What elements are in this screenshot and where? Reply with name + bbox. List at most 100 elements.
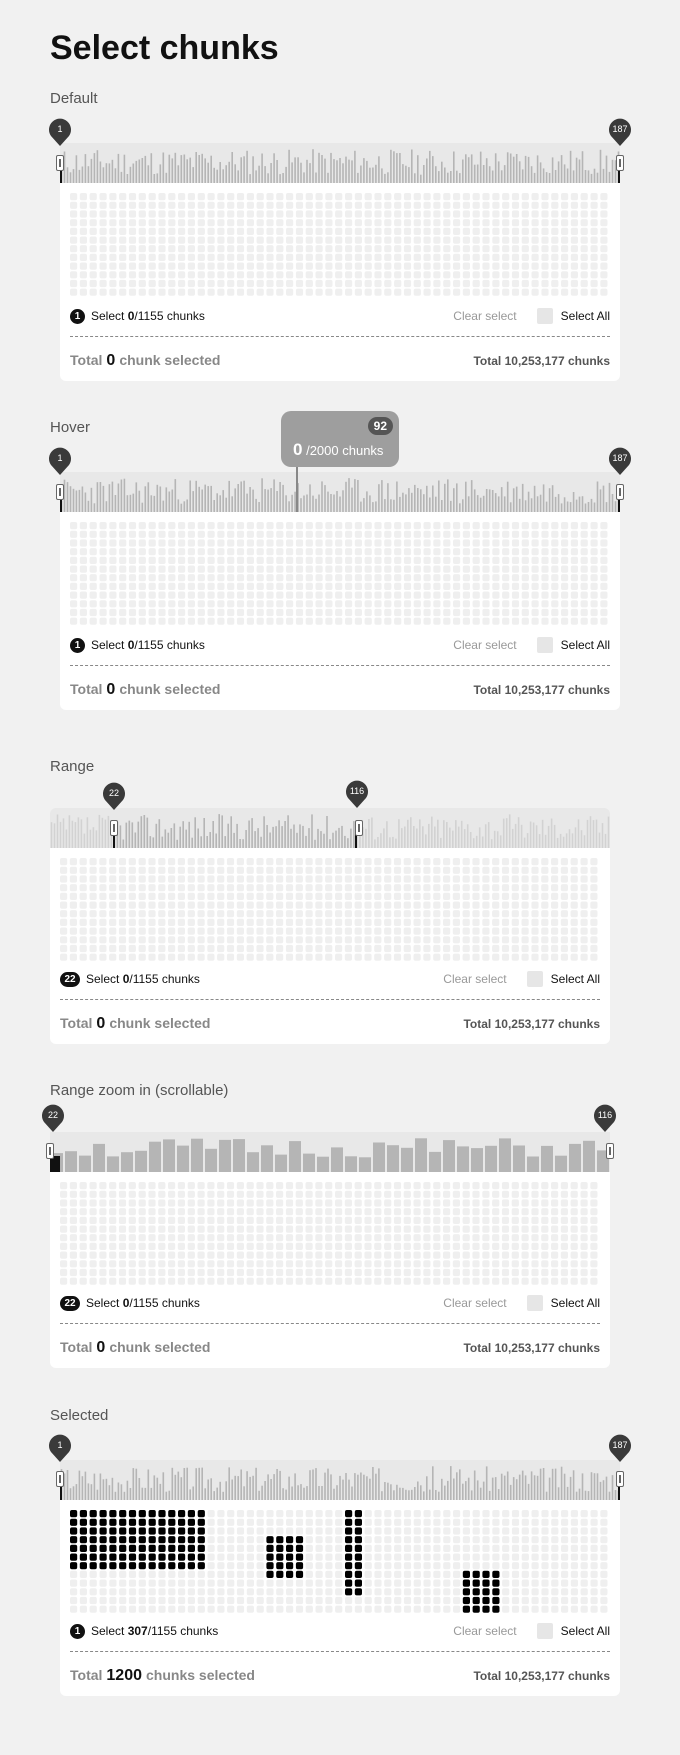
- histogram-track[interactable]: [50, 808, 610, 848]
- chunk-cell: [99, 918, 107, 926]
- clear-select-button[interactable]: Clear select: [443, 1296, 506, 1310]
- histogram-bar: [524, 500, 527, 512]
- chunk-cell: [433, 1190, 441, 1198]
- chunk-cell: [99, 892, 107, 900]
- chunk-cell: [364, 1544, 372, 1552]
- chunk-cell: [561, 193, 569, 201]
- select-all-label[interactable]: Select All: [561, 638, 610, 652]
- select-all-label[interactable]: Select All: [551, 1296, 600, 1310]
- chunk-cell: [99, 201, 107, 209]
- chunk-cell: [148, 1182, 156, 1190]
- range-end-pin[interactable]: 116: [344, 779, 370, 809]
- range-end-handle[interactable]: [616, 484, 624, 500]
- chunk-grid[interactable]: [70, 1510, 610, 1615]
- chunk-cell: [511, 530, 520, 538]
- chunk-cell: [207, 936, 215, 944]
- select-all-checkbox[interactable]: [526, 1295, 543, 1311]
- range-start-pin[interactable]: 1: [47, 1433, 73, 1463]
- chunk-cell: [580, 1182, 588, 1190]
- select-all-label[interactable]: Select All: [561, 1624, 610, 1638]
- clear-select-button[interactable]: Clear select: [453, 638, 516, 652]
- range-end-handle[interactable]: [355, 820, 363, 836]
- histogram-bar: [467, 1477, 470, 1500]
- histogram-track[interactable]: [60, 472, 620, 512]
- range-start-pin[interactable]: 1: [47, 117, 73, 147]
- range-start-handle[interactable]: [110, 820, 118, 836]
- chunk-grid[interactable]: [70, 522, 610, 627]
- chunk-cell: [335, 1268, 343, 1277]
- chunk-cell: [453, 548, 461, 556]
- range-start-handle[interactable]: [56, 155, 64, 171]
- chunk-cell: [561, 219, 569, 227]
- range-end-pin[interactable]: 116: [592, 1103, 618, 1133]
- chunk-cell: [197, 866, 205, 874]
- chunk-grid[interactable]: [70, 193, 610, 298]
- range-end-handle[interactable]: [616, 155, 624, 171]
- select-all-label[interactable]: Select All: [551, 972, 600, 986]
- range-start-pin[interactable]: 22: [40, 1103, 66, 1133]
- histogram-bar: [207, 162, 209, 183]
- histogram-bar: [270, 488, 272, 512]
- histogram-bar: [114, 1491, 117, 1500]
- select-all-checkbox[interactable]: [536, 308, 553, 324]
- range-start-pin[interactable]: 22: [101, 781, 127, 811]
- chunk-cell: [79, 1182, 87, 1190]
- chunk-cell: [158, 617, 166, 625]
- chunk-cell: [453, 608, 461, 617]
- select-all-checkbox[interactable]: [536, 1623, 553, 1639]
- range-start-handle[interactable]: [56, 484, 64, 500]
- chunk-cell: [344, 944, 352, 953]
- chunk-cell: [394, 556, 402, 564]
- chunk-cell: [217, 1510, 225, 1518]
- chunk-cell: [266, 1199, 274, 1207]
- chunk-grid[interactable]: [60, 858, 600, 963]
- clear-select-button[interactable]: Clear select: [443, 972, 506, 986]
- chunk-grid[interactable]: [60, 1182, 600, 1287]
- range-start-handle[interactable]: [56, 1471, 64, 1487]
- histogram-track[interactable]: [50, 1132, 610, 1172]
- chunk-cell: [492, 1234, 500, 1242]
- range-start-handle[interactable]: [46, 1143, 54, 1159]
- chunk-cell: [99, 193, 107, 201]
- histogram-bar: [432, 1466, 434, 1500]
- chunk-cell: [521, 279, 529, 288]
- chunk-cell: [462, 574, 470, 582]
- chunk-cell: [521, 565, 529, 573]
- chunk-cell: [482, 1199, 490, 1207]
- chunk-cell: [501, 1268, 510, 1277]
- chunk-cell: [148, 1562, 156, 1570]
- select-all-checkbox[interactable]: [536, 637, 553, 653]
- chunk-cell: [178, 1588, 186, 1596]
- chunk-cell: [384, 548, 392, 556]
- select-all-label[interactable]: Select All: [561, 309, 610, 323]
- chunk-cell: [119, 1553, 127, 1561]
- chunk-cell: [374, 262, 382, 270]
- chunk-cell: [551, 858, 559, 866]
- histogram-track[interactable]: [60, 1460, 620, 1500]
- chunk-cell: [305, 866, 313, 874]
- range-end-pin[interactable]: 187: [607, 117, 633, 147]
- range-end-pin[interactable]: 187: [607, 1433, 633, 1463]
- range-end-handle[interactable]: [606, 1143, 614, 1159]
- histogram-bar: [78, 489, 81, 512]
- chunk-cell: [325, 279, 333, 288]
- histogram-bar: [368, 819, 370, 848]
- histogram-bar: [568, 829, 571, 848]
- range-end-handle[interactable]: [616, 1471, 624, 1487]
- chunk-cell: [521, 1242, 529, 1250]
- chunk-cell: [541, 522, 549, 530]
- chunk-cell: [354, 884, 362, 892]
- histogram-bar: [475, 835, 478, 848]
- chunk-cell: [394, 262, 402, 270]
- chunk-cell: [178, 236, 186, 244]
- select-all-checkbox[interactable]: [526, 971, 543, 987]
- range-start-pin[interactable]: 1: [47, 446, 73, 476]
- clear-select-button[interactable]: Clear select: [453, 309, 516, 323]
- histogram-bar: [289, 1141, 301, 1172]
- histogram-track[interactable]: [60, 143, 620, 183]
- clear-select-button[interactable]: Clear select: [453, 1624, 516, 1638]
- chunk-cell: [413, 944, 421, 953]
- range-end-pin[interactable]: 187: [607, 446, 633, 476]
- chunk-cell: [118, 858, 127, 866]
- chunk-cell: [521, 522, 529, 530]
